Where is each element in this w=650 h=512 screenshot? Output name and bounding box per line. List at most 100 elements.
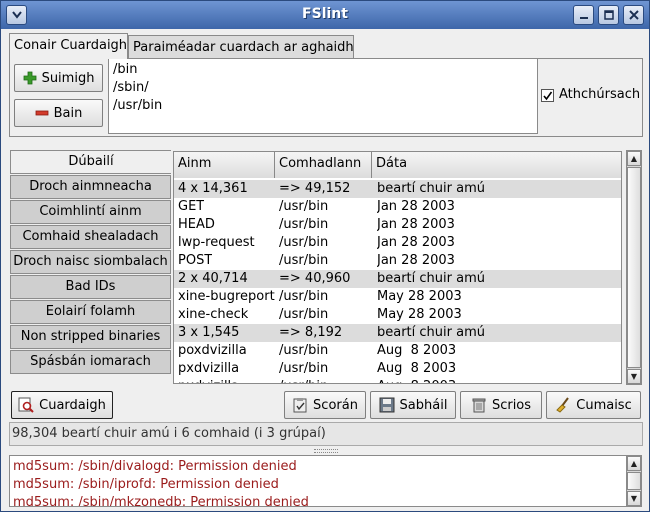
remove-path-button[interactable]: Bain: [14, 99, 103, 127]
trash-icon: [472, 398, 486, 413]
table-cell: xine-bugreport: [178, 289, 275, 304]
log-scroll-down-arrow[interactable]: ▼: [627, 491, 641, 506]
select-button[interactable]: Scorán: [284, 391, 366, 419]
column-header-name[interactable]: Ainm: [174, 152, 275, 178]
scroll-thumb[interactable]: [627, 167, 641, 368]
table-row[interactable]: xine-bugreport/usr/bin May 28 2003: [174, 288, 621, 306]
path-item[interactable]: /sbin/: [113, 79, 533, 97]
maximize-icon: [603, 10, 614, 20]
table-cell: May 28 2003: [377, 289, 462, 304]
table-cell: /usr/bin: [279, 217, 329, 232]
table-cell: xine-check: [178, 307, 249, 322]
table-group-row[interactable]: 3 x 1,545 => 8,192 beartí chuir amú: [174, 324, 621, 342]
sidebar-item-bad-names[interactable]: Droch ainmneacha: [10, 175, 171, 199]
table-cell: => 40,960: [279, 271, 351, 286]
column-header-date[interactable]: Dáta: [372, 152, 621, 178]
clipboard-icon: [293, 398, 307, 413]
table-cell: 4 x 14,361: [178, 181, 248, 196]
table-cell: poxdvizilla: [178, 343, 247, 358]
table-cell: /usr/bin: [279, 235, 329, 250]
sidebar-item-temp-files[interactable]: Comhaid shealadach: [10, 225, 171, 249]
search-button-label: Cuardaigh: [39, 397, 106, 413]
table-row[interactable]: pxdvizilla/usr/bin Aug 8 2003: [174, 378, 621, 383]
clean-button-label: Cumaisc: [576, 397, 632, 413]
table-cell: Jan 28 2003: [377, 199, 455, 214]
table-cell: Jan 28 2003: [377, 253, 455, 268]
tab-advanced-search-params[interactable]: Paraiméadar cuardach ar aghaidh: [128, 35, 354, 59]
table-cell: May 28 2003: [377, 307, 462, 322]
save-icon: [379, 397, 395, 413]
scroll-up-arrow[interactable]: ▲: [627, 151, 641, 166]
tab-search-path[interactable]: Conair Cuardaigh: [9, 33, 128, 59]
save-button-label: Sabháil: [399, 397, 448, 413]
sidebar-item-bad-symlinks[interactable]: Droch naisc siombalach: [10, 250, 171, 274]
table-row[interactable]: lwp-request/usr/bin Jan 28 2003: [174, 234, 621, 252]
table-row[interactable]: pxdvizilla/usr/bin Aug 8 2003: [174, 360, 621, 378]
sidebar-item-empty-dirs[interactable]: Eolairí folamh: [10, 300, 171, 324]
table-row[interactable]: GET/usr/bin Jan 28 2003: [174, 198, 621, 216]
sidebar-item-redundant-whitespace[interactable]: Spásbán iomarach: [10, 350, 171, 374]
title-bar[interactable]: FSlint: [1, 1, 649, 29]
log-scrollbar[interactable]: ▲ ▼: [626, 455, 642, 507]
status-bar: 98,304 beartí chuir amú i 6 comhaid (i 3…: [9, 422, 643, 446]
window-title: FSlint: [302, 6, 348, 22]
broom-icon: [556, 397, 570, 413]
table-cell: /usr/bin: [279, 361, 329, 376]
table-row[interactable]: poxdvizilla/usr/bin Aug 8 2003: [174, 342, 621, 360]
table-cell: Aug 8 2003: [377, 361, 457, 376]
save-button[interactable]: Sabháil: [370, 391, 456, 419]
add-path-button[interactable]: Suimigh: [14, 64, 103, 92]
pane-resize-handle[interactable]: [314, 449, 338, 453]
close-icon: [628, 10, 639, 20]
sidebar-item-non-stripped[interactable]: Non stripped binaries: [10, 325, 171, 349]
log-line: md5sum: /sbin/iprofd: Permission denied: [13, 477, 279, 492]
clean-button[interactable]: Cumaisc: [546, 391, 641, 419]
log-line: md5sum: /sbin/mkzonedb: Permission denie…: [13, 495, 309, 507]
add-path-label: Suimigh: [41, 70, 95, 86]
table-row[interactable]: xine-check/usr/bin May 28 2003: [174, 306, 621, 324]
minus-icon: [35, 110, 49, 116]
table-cell: beartí chuir amú: [377, 271, 485, 286]
remove-path-label: Bain: [53, 105, 83, 121]
table-cell: 3 x 1,545: [178, 325, 240, 340]
delete-button[interactable]: Scrios: [460, 391, 542, 419]
table-cell: 2 x 40,714: [178, 271, 248, 286]
scroll-down-arrow[interactable]: ▼: [627, 369, 641, 384]
path-item[interactable]: /usr/bin: [113, 97, 533, 115]
log-scroll-up-arrow[interactable]: ▲: [627, 456, 641, 471]
recursive-checkbox[interactable]: [541, 89, 554, 102]
table-cell: /usr/bin: [279, 199, 329, 214]
table-cell: POST: [178, 253, 213, 268]
search-button[interactable]: Cuardaigh: [11, 391, 113, 419]
results-scrollbar[interactable]: ▲ ▼: [626, 150, 642, 385]
table-group-row[interactable]: 2 x 40,714 => 40,960 beartí chuir amú: [174, 270, 621, 288]
plus-icon: [23, 71, 36, 85]
table-group-row[interactable]: 4 x 14,361 => 49,152 beartí chuir amú: [174, 180, 621, 198]
table-cell: beartí chuir amú: [377, 325, 485, 340]
results-table[interactable]: Ainm Comhadlann Dáta 4 x 14,361 => 49,152…: [173, 151, 622, 384]
table-row[interactable]: POST/usr/bin Jan 28 2003: [174, 252, 621, 270]
log-scroll-thumb[interactable]: [627, 472, 641, 490]
select-button-label: Scorán: [313, 397, 358, 413]
table-cell: Aug 8 2003: [377, 378, 456, 383]
sidebar-item-bad-ids[interactable]: Bad IDs: [10, 275, 171, 299]
table-row[interactable]: HEAD/usr/bin Jan 28 2003: [174, 216, 621, 234]
maximize-button[interactable]: [598, 5, 619, 25]
close-button[interactable]: [623, 5, 644, 25]
table-cell: HEAD: [178, 217, 215, 232]
table-cell: Jan 28 2003: [377, 235, 455, 250]
table-cell: /usr/bin: [279, 307, 329, 322]
sidebar-item-name-clashes[interactable]: Coimhlintí ainm: [10, 200, 171, 224]
table-cell: => 49,152: [279, 181, 351, 196]
search-path-list[interactable]: /bin /sbin/ /usr/bin: [108, 58, 538, 134]
path-item[interactable]: /bin: [113, 61, 533, 79]
recursive-label[interactable]: Athchúrsach: [559, 87, 640, 102]
table-cell: /usr/bin: [279, 378, 328, 383]
minimize-button[interactable]: [573, 5, 594, 25]
table-header: Ainm Comhadlann Dáta: [174, 152, 621, 178]
search-icon: [18, 397, 34, 413]
column-header-directory[interactable]: Comhadlann: [275, 152, 372, 178]
error-log[interactable]: md5sum: /sbin/divalogd: Permission denie…: [9, 455, 627, 507]
sidebar-item-duplicates[interactable]: Dúbailí: [10, 150, 171, 174]
main-window: FSlint Conair Cuardaigh Paraiméadar cuar…: [0, 0, 650, 512]
